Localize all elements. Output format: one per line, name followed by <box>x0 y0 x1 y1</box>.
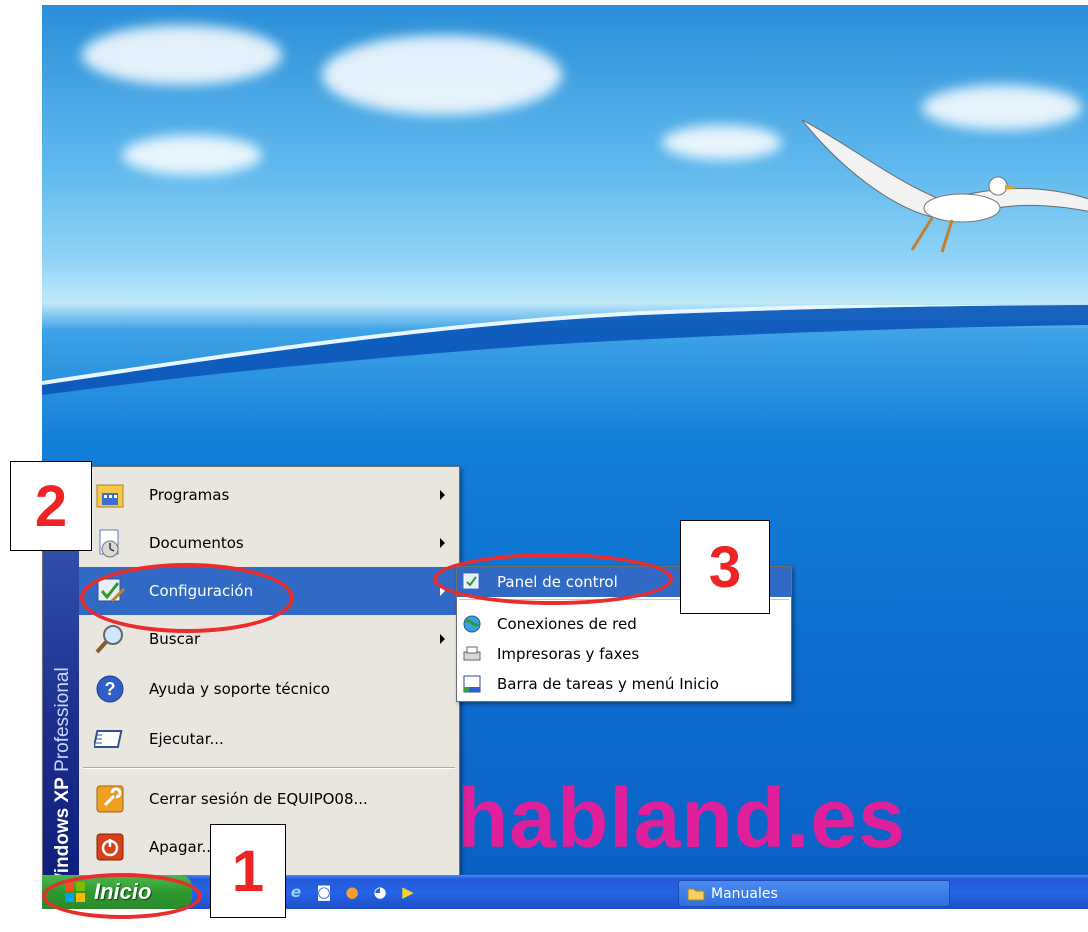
menu-item-label: Programas <box>149 486 230 504</box>
chevron-right-icon <box>440 490 445 500</box>
menu-item-label: Ejecutar... <box>149 730 224 748</box>
banner-brand: Windows XP <box>52 777 73 891</box>
svg-text:?: ? <box>105 679 116 699</box>
internet-explorer-icon[interactable]: e <box>286 881 306 903</box>
programs-icon <box>93 478 127 512</box>
menu-item-cerrar-sesion[interactable]: Cerrar sesión de EQUIPO08... <box>79 775 459 823</box>
menu-item-label: Cerrar sesión de EQUIPO08... <box>149 790 368 808</box>
menu-item-label: Documentos <box>149 534 244 552</box>
network-icon <box>461 613 483 635</box>
media-icon[interactable]: ◙ <box>314 881 334 903</box>
messenger-icon[interactable]: ◕ <box>370 881 390 903</box>
wave-crest <box>42 305 1088 395</box>
annotation-step-2: 2 <box>10 461 92 551</box>
media-player-icon[interactable]: ▶ <box>398 881 418 903</box>
taskbar-window-label: Manuales <box>711 885 778 902</box>
banner-edition: Professional <box>52 667 73 772</box>
taskbar-icon <box>461 673 483 695</box>
menu-item-ejecutar[interactable]: Ejecutar... <box>79 715 459 763</box>
submenu-item-label: Conexiones de red <box>497 615 637 633</box>
submenu-item-impresoras[interactable]: Impresoras y faxes <box>457 639 791 669</box>
firefox-icon[interactable]: ● <box>342 881 362 903</box>
cloud <box>122 135 262 175</box>
menu-item-ayuda[interactable]: ? Ayuda y soporte técnico <box>79 665 459 713</box>
submenu-item-barra-de-tareas[interactable]: Barra de tareas y menú Inicio <box>457 669 791 699</box>
banner-text: Windows XP Professional <box>52 667 74 891</box>
cloud <box>322 35 562 115</box>
annotation-ring-configuracion <box>80 563 294 633</box>
logoff-icon <box>93 782 127 816</box>
annotation-step-1: 1 <box>210 824 286 918</box>
folder-icon <box>687 888 705 900</box>
annotation-ring-panel-de-control <box>433 553 673 605</box>
submenu-item-label: Barra de tareas y menú Inicio <box>497 675 719 693</box>
run-icon <box>93 722 127 756</box>
printer-icon <box>461 643 483 665</box>
seagull-image <box>802 119 1088 253</box>
quick-launch-bar: e ◙ ● ◕ ▶ <box>286 881 418 903</box>
help-icon: ? <box>93 672 127 706</box>
chevron-right-icon <box>440 538 445 548</box>
menu-item-documentos[interactable]: Documentos <box>79 519 459 567</box>
shutdown-icon <box>93 830 127 864</box>
menu-separator <box>83 767 455 769</box>
search-icon <box>93 622 127 656</box>
cloud <box>82 25 282 85</box>
cloud <box>662 125 782 160</box>
submenu-item-label: Impresoras y faxes <box>497 645 640 663</box>
menu-item-programas[interactable]: Programas <box>79 471 459 519</box>
menu-item-label: Apagar... <box>149 838 216 856</box>
taskbar-window-manuales[interactable]: Manuales <box>678 880 950 907</box>
annotation-ring-inicio <box>42 873 202 919</box>
chevron-right-icon <box>440 634 445 644</box>
annotation-step-3: 3 <box>680 520 770 614</box>
documents-icon <box>93 526 127 560</box>
menu-item-label: Ayuda y soporte técnico <box>149 680 330 698</box>
watermark-text: habland.es <box>457 771 906 865</box>
